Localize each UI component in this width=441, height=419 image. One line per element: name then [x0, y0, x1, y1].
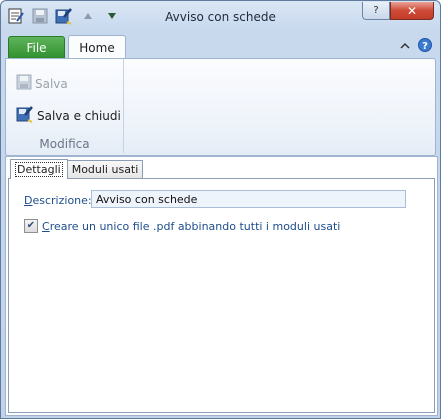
tab-panel-dettagli: Descrizione: ✔ Creare un unico file .pdf…	[8, 178, 435, 413]
title-bar: Avviso con schede ? ✕	[1, 1, 440, 33]
save-close-label: Salva e chiudi	[37, 108, 121, 123]
description-label-text: escrizione:	[32, 194, 92, 207]
tab-moduli-usati-label: Moduli usati	[71, 163, 139, 176]
check-icon: ✔	[26, 220, 36, 231]
ribbon-group-modifica: Salva Salva e chiudi Modifica	[6, 59, 124, 153]
ribbon-right-controls: ?	[400, 38, 432, 55]
save-label: Salva	[35, 76, 68, 91]
question-mark-icon: ?	[373, 5, 379, 16]
help-icon[interactable]: ?	[418, 38, 432, 55]
save-button[interactable]: Salva	[16, 74, 68, 93]
group-label: Modifica	[39, 137, 90, 151]
single-pdf-checkbox-row[interactable]: ✔ Creare un unico file .pdf abbinando tu…	[24, 219, 340, 233]
single-pdf-label[interactable]: Creare un unico file .pdf abbinando tutt…	[42, 220, 340, 233]
ribbon-panel: Salva Salva e chiudi Modifica	[5, 58, 436, 156]
tab-moduli-usati[interactable]: Moduli usati	[66, 160, 144, 178]
description-input[interactable]	[91, 190, 406, 208]
close-button[interactable]: ✕	[390, 2, 434, 20]
tab-dettagli[interactable]: Dettagli	[10, 159, 68, 179]
svg-text:?: ?	[422, 41, 428, 52]
tab-file[interactable]: File	[8, 36, 65, 60]
content-tabs: Dettagli Moduli usati	[10, 159, 144, 179]
help-window-button[interactable]: ?	[362, 2, 390, 20]
minimize-ribbon-icon[interactable]	[400, 40, 410, 54]
save-icon	[16, 74, 32, 93]
app-window: Avviso con schede ? ✕ File Home ? Salva …	[0, 0, 441, 419]
tab-home[interactable]: Home	[68, 35, 126, 60]
save-and-close-button[interactable]: Salva e chiudi	[16, 105, 121, 126]
description-label: Descrizione:	[24, 194, 92, 207]
close-icon: ✕	[406, 3, 418, 18]
main-content: Dettagli Moduli usati Descrizione: ✔ Cre…	[5, 156, 438, 416]
single-pdf-access-key: C	[42, 219, 50, 233]
ribbon-tabs: File Home ?	[1, 33, 440, 60]
single-pdf-checkbox[interactable]: ✔	[24, 219, 38, 233]
tab-dettagli-label: Dettagli	[15, 162, 63, 177]
single-pdf-label-text: reare un unico file .pdf abbinando tutti…	[49, 219, 341, 233]
window-controls: ? ✕	[362, 2, 434, 20]
save-close-icon	[16, 105, 34, 126]
